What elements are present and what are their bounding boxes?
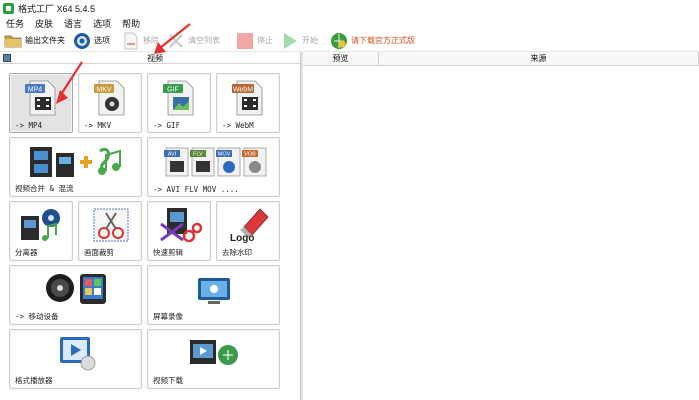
tile-splitter[interactable]: 分离器: [9, 201, 73, 261]
remove-label: 移除: [143, 36, 159, 45]
tile-to-gif[interactable]: GIF -> GIF: [147, 73, 211, 133]
column-source[interactable]: 来源: [379, 52, 699, 66]
quick-clip-icon: [157, 206, 203, 246]
crop-icon: [90, 205, 132, 247]
tile-video-download[interactable]: 视频下载: [147, 329, 280, 389]
tile-multi-format[interactable]: AVI FLV MOV VOB -> AVI FLV MOV ....: [147, 137, 280, 197]
official-globe-icon: [330, 32, 348, 50]
app-icon: [3, 2, 14, 14]
tile-label: 视频合并 & 混流: [15, 184, 74, 193]
webm-file-icon: WebM: [230, 79, 268, 119]
tile-label: -> 移动设备: [15, 312, 59, 321]
start-play-icon: [281, 32, 299, 50]
svg-text:MKV: MKV: [96, 87, 112, 94]
output-folder-label: 输出文件夹: [25, 36, 65, 45]
player-icon: [58, 335, 98, 373]
splitter-icon: [19, 206, 65, 246]
title-bar: 格式工厂 X64 5.4.5: [0, 0, 699, 16]
format-factory-window: 格式工厂 X64 5.4.5 任务 皮肤 语言 选项 帮助 输出文件夹 选项 移…: [0, 0, 699, 400]
window-title: 格式工厂 X64 5.4.5: [18, 3, 96, 14]
stop-label: 停止: [257, 36, 273, 45]
mp4-file-icon: MP4: [23, 79, 61, 119]
task-list: 预览 来源: [303, 52, 699, 400]
tile-label: -> MP4: [15, 121, 43, 130]
official-version-button[interactable]: 请下载官方正式版: [330, 31, 415, 51]
clear-list-button[interactable]: 清空列表: [167, 31, 220, 51]
tile-label: 格式播放器: [15, 376, 53, 385]
clear-list-icon: [167, 32, 185, 50]
tile-label: 视频下载: [153, 376, 183, 385]
tile-label: -> WebM: [222, 121, 254, 130]
svg-text:GIF: GIF: [167, 87, 179, 94]
mobile-device-icon: [44, 272, 110, 308]
official-version-label: 请下载官方正式版: [351, 36, 415, 45]
start-label: 开始: [302, 36, 318, 45]
category-bar: 视频: [0, 52, 302, 64]
svg-text:AVI: AVI: [168, 152, 177, 158]
tile-label: 分离器: [15, 248, 38, 257]
tile-label: 去除水印: [222, 248, 252, 257]
tile-label: -> GIF: [153, 121, 181, 130]
start-button[interactable]: 开始: [281, 31, 318, 51]
tile-label: 屏幕录像: [153, 312, 183, 321]
screen-record-icon: [196, 276, 232, 308]
menu-help[interactable]: 帮助: [122, 17, 140, 30]
video-merge-icon: [28, 143, 128, 183]
function-panel: MP4 -> MP4 MKV -> MKV GIF -> GIF WebM ->…: [0, 64, 300, 400]
options-button[interactable]: 选项: [73, 31, 110, 51]
svg-text:WebM: WebM: [233, 87, 253, 94]
svg-text:FLV: FLV: [193, 152, 203, 158]
options-gear-icon: [73, 32, 91, 50]
tile-mobile-device[interactable]: -> 移动设备: [9, 265, 142, 325]
tile-label: 快速剪辑: [153, 248, 183, 257]
gif-file-icon: GIF: [161, 79, 199, 119]
svg-text:MOV: MOV: [218, 152, 231, 158]
svg-text:Logo: Logo: [230, 233, 254, 244]
video-download-icon: [188, 338, 240, 370]
output-folder-button[interactable]: 输出文件夹: [4, 31, 65, 51]
svg-text:MP4: MP4: [28, 87, 43, 94]
menu-bar: 任务 皮肤 语言 选项 帮助: [0, 16, 699, 30]
tile-to-mp4[interactable]: MP4 -> MP4: [9, 73, 73, 133]
tile-video-merge[interactable]: 视频合并 & 混流: [9, 137, 142, 197]
stop-icon: [236, 32, 254, 50]
tile-crop[interactable]: 画面裁剪: [78, 201, 142, 261]
tile-player[interactable]: 格式播放器: [9, 329, 142, 389]
tile-label: 画面裁剪: [84, 248, 114, 257]
mkv-file-icon: MKV: [92, 79, 130, 119]
category-collapse-icon[interactable]: [3, 54, 11, 62]
tile-label: -> MKV: [84, 121, 112, 130]
tile-label: -> AVI FLV MOV ....: [153, 185, 239, 194]
category-label[interactable]: 视频: [147, 53, 163, 64]
folder-icon: [4, 32, 22, 50]
multi-format-icon: AVI FLV MOV VOB: [162, 144, 272, 182]
tile-to-webm[interactable]: WebM -> WebM: [216, 73, 280, 133]
tile-screen-record[interactable]: 屏幕录像: [147, 265, 280, 325]
remove-button[interactable]: 移除: [122, 31, 159, 51]
menu-language[interactable]: 语言: [64, 17, 82, 30]
clear-list-label: 清空列表: [188, 36, 220, 45]
watermark-remove-icon: Logo: [226, 205, 272, 247]
toolbar: 输出文件夹 选项 移除 清空列表 停止 开始 请下载官方正式版: [0, 30, 699, 52]
tile-to-mkv[interactable]: MKV -> MKV: [78, 73, 142, 133]
options-label: 选项: [94, 36, 110, 45]
svg-text:VOB: VOB: [244, 152, 256, 158]
tile-quick-clip[interactable]: 快速剪辑: [147, 201, 211, 261]
menu-task[interactable]: 任务: [6, 17, 24, 30]
column-preview[interactable]: 预览: [303, 52, 379, 66]
menu-options[interactable]: 选项: [93, 17, 111, 30]
menu-skin[interactable]: 皮肤: [35, 17, 53, 30]
remove-document-icon: [122, 32, 140, 50]
tile-remove-watermark[interactable]: Logo 去除水印: [216, 201, 280, 261]
stop-button[interactable]: 停止: [236, 31, 273, 51]
